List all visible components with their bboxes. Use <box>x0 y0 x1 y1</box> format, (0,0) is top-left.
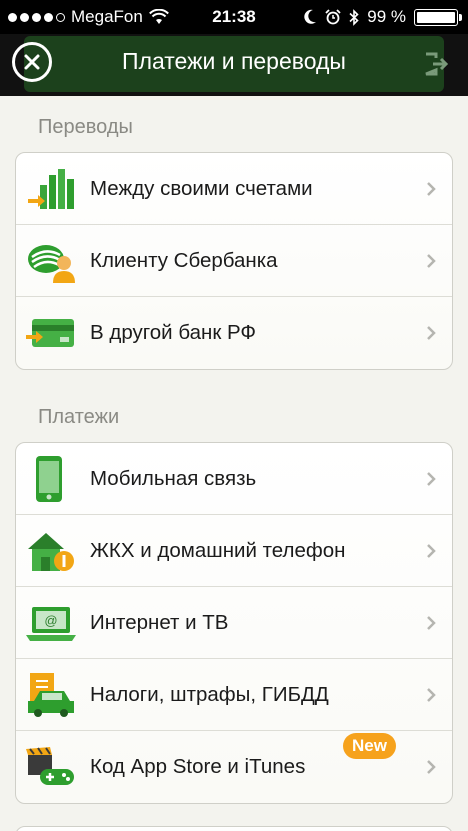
menu-item-label: Налоги, штрафы, ГИБДД <box>90 682 329 706</box>
transfers-group: Между своими счетами Клиенту Сбербанка В… <box>15 152 453 370</box>
content-area: Переводы Между своими счетами Клиенту Сб… <box>0 96 468 831</box>
car-icon <box>28 673 74 717</box>
payments-group: Мобильная связь ЖКХ и домашний телефон @… <box>15 442 453 804</box>
battery-percent: 99 % <box>367 7 406 26</box>
mobile-phone-icon <box>36 456 62 502</box>
close-icon <box>24 54 40 70</box>
status-right: 99 % <box>303 0 462 34</box>
sberbank-client-icon <box>28 245 75 283</box>
menu-item-taxes-fines[interactable]: Налоги, штрафы, ГИБДД <box>16 659 452 731</box>
chevron-right-icon <box>427 326 436 340</box>
chevron-right-icon <box>427 253 436 268</box>
chevron-right-icon <box>427 615 436 630</box>
menu-item-mobile[interactable]: Мобильная связь <box>16 443 452 515</box>
menu-item-label: Между своими счетами <box>90 176 313 200</box>
page-title: Платежи и переводы <box>122 48 346 74</box>
status-bar: MegaFon 21:38 99 % <box>0 0 468 34</box>
house-icon <box>28 533 74 571</box>
menu-item-other-bank[interactable]: В другой банк РФ <box>16 297 452 369</box>
alarm-icon <box>325 9 341 25</box>
menu-item-label: Интернет и ТВ <box>90 610 229 634</box>
svg-text:@: @ <box>44 613 57 628</box>
menu-item-app-store-code[interactable]: Код App Store и iTunes New <box>16 731 452 803</box>
chevron-right-icon <box>427 687 436 702</box>
menu-item-utilities[interactable]: ЖКХ и домашний телефон <box>16 515 452 587</box>
bank-card-transfer-icon <box>26 319 74 347</box>
chevron-right-icon <box>427 471 436 486</box>
menu-item-label: Мобильная связь <box>90 466 257 490</box>
section-title-transfers: Переводы <box>38 116 133 138</box>
chevron-right-icon <box>427 181 436 196</box>
bluetooth-icon <box>349 8 359 26</box>
next-group-partial <box>15 826 453 831</box>
transfer-between-accounts-icon <box>28 169 74 209</box>
menu-item-label: ЖКХ и домашний телефон <box>90 538 346 562</box>
gamepad-icon <box>26 747 74 785</box>
chevron-right-icon <box>427 760 436 774</box>
menu-item-label: Клиенту Сбербанка <box>90 248 278 272</box>
battery-icon <box>414 8 462 26</box>
menu-item-between-accounts[interactable]: Между своими счетами <box>16 153 452 225</box>
exit-icon <box>425 52 449 76</box>
moon-icon <box>304 9 317 24</box>
chevron-right-icon <box>427 543 436 558</box>
menu-item-sberbank-client[interactable]: Клиенту Сбербанка <box>16 225 452 297</box>
menu-item-label: В другой банк РФ <box>90 321 257 344</box>
menu-item-label: Код App Store и iTunes <box>90 755 306 778</box>
menu-item-internet-tv[interactable]: @ Интернет и ТВ <box>16 587 452 659</box>
close-button[interactable] <box>12 42 52 82</box>
laptop-icon: @ <box>26 607 76 641</box>
section-title-payments: Платежи <box>38 406 120 428</box>
navigation-header: Платежи и переводы <box>0 34 468 96</box>
new-badge: New <box>343 733 396 759</box>
